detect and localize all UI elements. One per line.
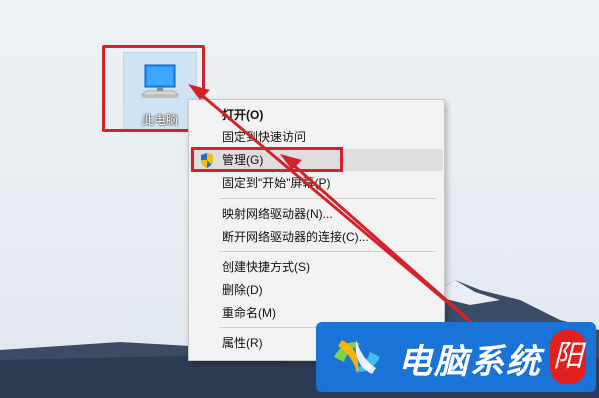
brand-badge: 阳: [550, 330, 586, 384]
menu-item-label: 断开网络驱动器的连接(C)...: [222, 230, 369, 244]
menu-item-label: 映射网络驱动器(N)...: [222, 207, 333, 221]
menu-item-disconnect-network-drive[interactable]: 断开网络驱动器的连接(C)...: [190, 226, 443, 248]
menu-item-label: 固定到"开始"屏幕(P): [222, 176, 331, 190]
menu-item-label: 创建快捷方式(S): [222, 260, 310, 274]
menu-item-label: 打开(O): [222, 108, 264, 122]
menu-item-delete[interactable]: 删除(D): [190, 279, 443, 301]
menu-item-pin-start[interactable]: 固定到"开始"屏幕(P): [190, 172, 443, 194]
menu-separator: [219, 251, 436, 252]
menu-separator: [219, 198, 436, 199]
annotation-box-manage: [191, 147, 343, 172]
brand-logo-icon: [334, 340, 380, 374]
menu-item-label: 属性(R): [222, 336, 263, 350]
menu-item-create-shortcut[interactable]: 创建快捷方式(S): [190, 256, 443, 278]
menu-item-pin-quick-access[interactable]: 固定到快速访问: [190, 126, 443, 148]
menu-item-map-network-drive[interactable]: 映射网络驱动器(N)...: [190, 203, 443, 225]
menu-item-label: 固定到快速访问: [222, 130, 307, 144]
menu-item-label: 重命名(M): [222, 306, 276, 320]
brand-watermark: 电脑系统 阳: [316, 322, 596, 392]
menu-item-label: 删除(D): [222, 283, 263, 297]
brand-text: 电脑系统: [398, 342, 542, 382]
menu-item-rename[interactable]: 重命名(M): [190, 302, 443, 324]
menu-item-open[interactable]: 打开(O): [190, 104, 443, 126]
